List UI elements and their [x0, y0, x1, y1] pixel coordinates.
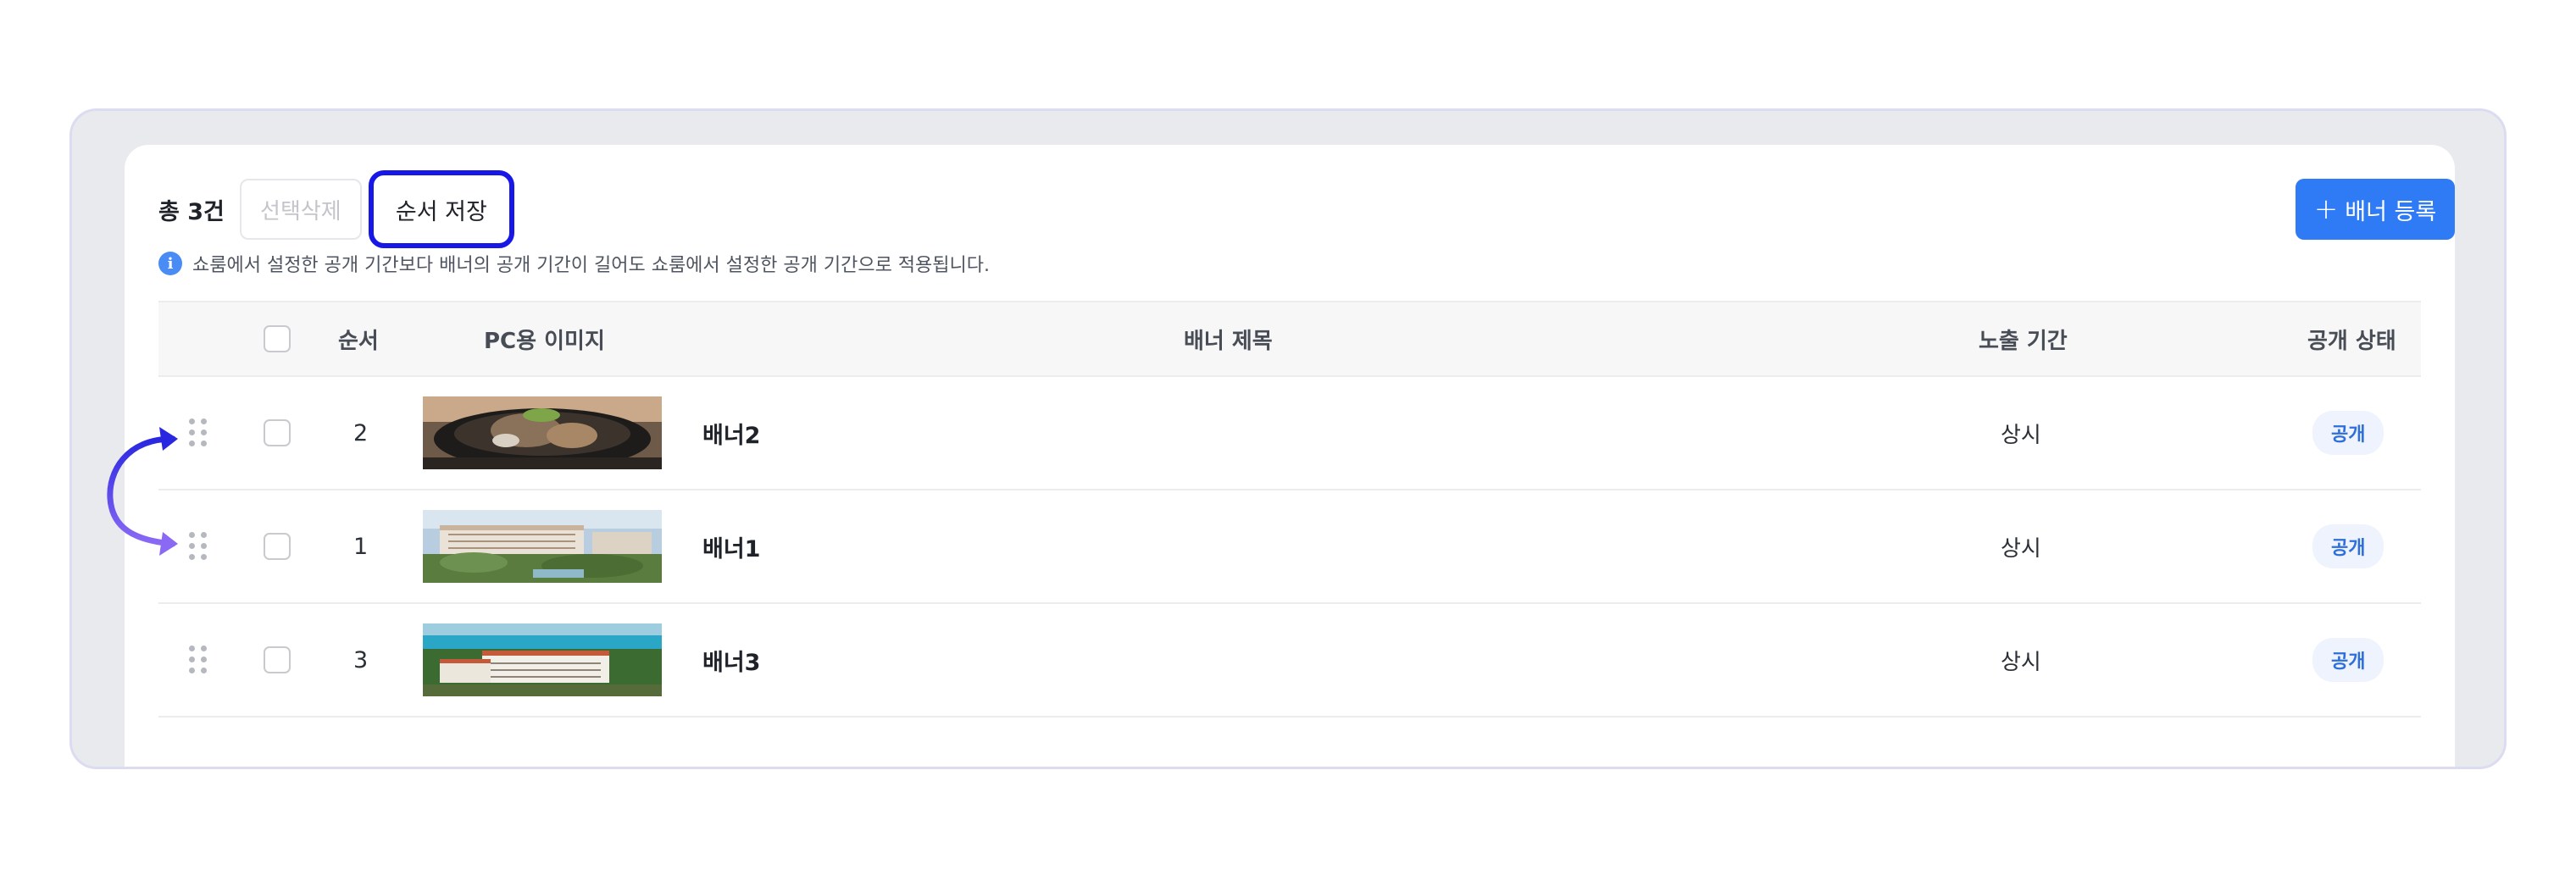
row-period: 상시 — [2001, 535, 2041, 562]
status-badge: 공개 — [2312, 411, 2384, 455]
row-period: 상시 — [2001, 422, 2041, 448]
list-toolbar: 총 3건 선택삭제 순서 저장 — [158, 170, 514, 248]
row-order: 1 — [353, 533, 369, 560]
row-title[interactable]: 배너3 — [702, 644, 760, 677]
banner-thumbnail — [423, 510, 662, 583]
header-period: 노출 기간 — [1979, 328, 2068, 354]
info-icon: i — [158, 252, 182, 275]
row-title[interactable]: 배너1 — [702, 530, 760, 563]
row-title[interactable]: 배너2 — [702, 417, 760, 450]
header-status: 공개 상태 — [2307, 328, 2396, 354]
total-count: 총 3건 — [158, 198, 225, 225]
add-banner-label: 배너 등록 — [2345, 198, 2437, 225]
select-all-cell — [264, 302, 291, 375]
period-notice: i 쇼룸에서 설정한 공개 기간보다 배너의 공개 기간이 길어도 쇼룸에서 설… — [158, 250, 990, 277]
header-order: 순서 — [338, 328, 379, 354]
table-row: 2 배너2 상시 공개 — [158, 377, 2421, 490]
plus-icon: + — [2313, 192, 2339, 226]
drag-handle[interactable] — [189, 604, 208, 716]
row-checkbox[interactable] — [264, 646, 291, 673]
table-header: 순서 PC용 이미지 배너 제목 노출 기간 공개 상태 — [158, 301, 2421, 377]
select-all-checkbox[interactable] — [264, 325, 291, 352]
header-pc-image: PC용 이미지 — [484, 328, 605, 354]
row-checkbox[interactable] — [264, 533, 291, 560]
drag-handle-icon — [189, 646, 208, 674]
table-row: 3 배너3 상시 공개 — [158, 604, 2421, 718]
row-checkbox[interactable] — [264, 419, 291, 446]
row-order: 3 — [353, 646, 369, 673]
header-title: 배너 제목 — [1184, 328, 1273, 354]
save-order-button[interactable]: 순서 저장 — [368, 170, 514, 248]
banner-thumbnail — [423, 623, 662, 696]
screen-frame: 총 3건 선택삭제 순서 저장 + 배너 등록 i 쇼룸에서 설정한 공개 기간… — [69, 108, 2507, 769]
banner-list-panel: 총 3건 선택삭제 순서 저장 + 배너 등록 i 쇼룸에서 설정한 공개 기간… — [125, 145, 2455, 767]
banner-thumbnail — [423, 396, 662, 469]
banner-table: 순서 PC용 이미지 배너 제목 노출 기간 공개 상태 2 배너2 상시 공개… — [158, 301, 2421, 718]
status-badge: 공개 — [2312, 524, 2384, 568]
delete-selected-button[interactable]: 선택삭제 — [239, 179, 362, 240]
row-order: 2 — [353, 419, 369, 446]
table-row: 1 배너1 상시 공개 — [158, 490, 2421, 604]
status-badge: 공개 — [2312, 638, 2384, 682]
add-banner-button[interactable]: + 배너 등록 — [2296, 179, 2455, 240]
period-notice-text: 쇼룸에서 설정한 공개 기간보다 배너의 공개 기간이 길어도 쇼룸에서 설정한… — [192, 255, 990, 276]
reorder-swap-arrow-icon — [107, 427, 178, 556]
row-period: 상시 — [2001, 649, 2041, 675]
